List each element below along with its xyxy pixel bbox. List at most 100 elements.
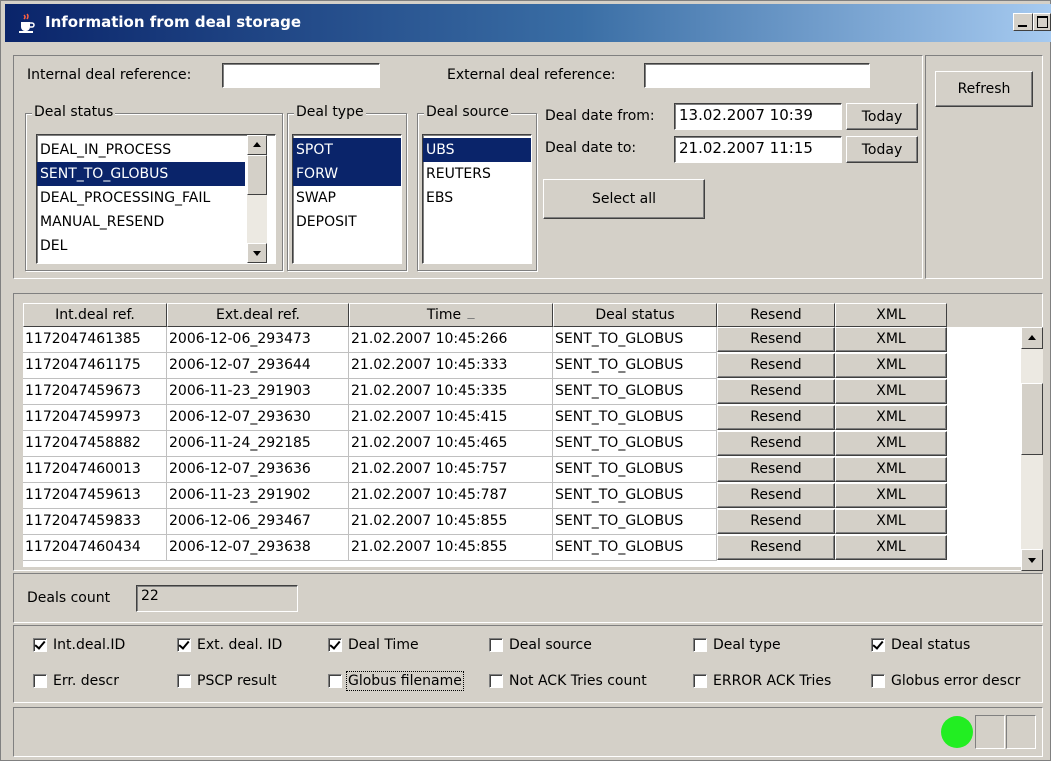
column-header[interactable]: XML — [835, 303, 947, 327]
refresh-button[interactable]: Refresh — [935, 71, 1033, 107]
table-cell: 1172047459833 — [23, 509, 167, 535]
table-row[interactable]: 1172047458882 2006-11-24_292185 21.02.2007… — [23, 431, 947, 457]
internal-ref-input[interactable] — [222, 63, 380, 88]
checkbox-icon[interactable] — [177, 674, 191, 688]
deal-type-item[interactable]: SWAP — [293, 186, 401, 210]
xml-button[interactable]: XML — [835, 483, 947, 508]
table-row[interactable]: 1172047460013 2006-12-07_293636 21.02.2007… — [23, 457, 947, 483]
column-toggle-checkbox[interactable]: Not ACK Tries count — [489, 673, 647, 689]
column-header[interactable]: Int.deal ref. — [23, 303, 167, 327]
xml-button[interactable]: XML — [835, 405, 947, 430]
deal-source-item[interactable]: UBS — [423, 138, 531, 162]
xml-button[interactable]: XML — [835, 353, 947, 378]
internal-ref-label: Internal deal reference: — [27, 67, 192, 83]
column-header[interactable]: Deal status — [553, 303, 717, 327]
deals-count-label: Deals count — [27, 590, 111, 606]
column-toggle-checkbox[interactable]: Globus filename — [328, 671, 464, 691]
deal-status-item[interactable]: DEAL_IN_PROCESS — [37, 138, 245, 162]
scroll-up-arrow-icon[interactable] — [247, 135, 267, 155]
resend-button[interactable]: Resend — [717, 483, 835, 508]
checkbox-icon[interactable] — [33, 674, 47, 688]
checkbox-icon[interactable] — [693, 674, 707, 688]
resend-button[interactable]: Resend — [717, 379, 835, 404]
xml-button[interactable]: XML — [835, 379, 947, 404]
scroll-thumb[interactable] — [247, 155, 267, 195]
xml-button[interactable]: XML — [835, 535, 947, 560]
resend-button[interactable]: Resend — [717, 457, 835, 482]
column-toggle-checkbox[interactable]: Deal status — [871, 637, 970, 653]
table-scrollbar[interactable] — [1021, 327, 1043, 571]
column-toggle-checkbox[interactable]: PSCP result — [177, 673, 277, 689]
table-row[interactable]: 1172047459613 2006-11-23_291902 21.02.2007… — [23, 483, 947, 509]
title-bar[interactable]: Information from deal storage — [5, 4, 1051, 42]
xml-button[interactable]: XML — [835, 509, 947, 534]
resend-button[interactable]: Resend — [717, 535, 835, 560]
select-all-button[interactable]: Select all — [543, 179, 705, 219]
checkbox-icon[interactable] — [33, 638, 47, 652]
xml-button[interactable]: XML — [835, 431, 947, 456]
checkbox-icon[interactable] — [177, 638, 191, 652]
checkbox-icon[interactable] — [871, 638, 885, 652]
column-toggle-checkbox[interactable]: Deal Time — [328, 637, 419, 653]
deal-source-item[interactable]: EBS — [423, 186, 531, 210]
table-row[interactable]: 1172047461385 2006-12-06_293473 21.02.2007… — [23, 327, 947, 353]
minimize-button[interactable] — [1013, 13, 1033, 31]
checkbox-icon[interactable] — [489, 674, 503, 688]
deal-source-list[interactable]: UBS REUTERS EBS — [422, 134, 532, 264]
deal-status-scrollbar[interactable] — [247, 135, 267, 263]
column-toggle-checkbox[interactable]: ERROR ACK Tries — [693, 673, 831, 689]
deal-status-list[interactable]: DEAL_IN_PROCESS SENT_TO_GLOBUS DEAL_PROCES… — [36, 134, 276, 264]
checkbox-icon[interactable] — [328, 674, 342, 688]
table-row[interactable]: 1172047460434 2006-12-07_293638 21.02.2007… — [23, 535, 947, 561]
column-header[interactable]: Time — [349, 303, 553, 327]
resend-button[interactable]: Resend — [717, 431, 835, 456]
deal-type-list[interactable]: SPOT FORW SWAP DEPOSIT — [292, 134, 402, 264]
checkbox-icon[interactable] — [489, 638, 503, 652]
column-header[interactable]: Resend — [717, 303, 835, 327]
checkbox-icon[interactable] — [328, 638, 342, 652]
table-cell: SENT_TO_GLOBUS — [553, 431, 717, 457]
checkbox-icon[interactable] — [871, 674, 885, 688]
deal-status-item[interactable]: MANUAL_RESEND — [37, 210, 245, 234]
date-to-input[interactable]: 21.02.2007 11:15 — [674, 136, 842, 163]
column-toggle-checkbox[interactable]: Deal type — [693, 637, 781, 653]
checkbox-icon[interactable] — [693, 638, 707, 652]
table-row[interactable]: 1172047459673 2006-11-23_291903 21.02.2007… — [23, 379, 947, 405]
table-row[interactable]: 1172047459973 2006-12-07_293630 21.02.2007… — [23, 405, 947, 431]
deal-source-item[interactable]: REUTERS — [423, 162, 531, 186]
column-header[interactable]: Ext.deal ref. — [167, 303, 349, 327]
checkbox-label: Deal status — [891, 637, 971, 653]
table-row[interactable]: 1172047459833 2006-12-06_293467 21.02.2007… — [23, 509, 947, 535]
xml-button[interactable]: XML — [835, 457, 947, 482]
resend-button[interactable]: Resend — [717, 327, 835, 352]
external-ref-input[interactable] — [644, 63, 870, 88]
today-to-button[interactable]: Today — [846, 136, 918, 163]
xml-button[interactable]: XML — [835, 327, 947, 352]
deal-type-item[interactable]: FORW — [293, 162, 401, 186]
column-toggle-checkbox[interactable]: Deal source — [489, 637, 592, 653]
column-toggle-checkbox[interactable]: Err. descr — [33, 673, 119, 689]
maximize-button[interactable] — [1033, 13, 1051, 31]
checkbox-label: Deal source — [509, 637, 592, 653]
resend-button[interactable]: Resend — [717, 353, 835, 378]
table-row[interactable]: 1172047461175 2006-12-07_293644 21.02.2007… — [23, 353, 947, 379]
deal-status-item[interactable]: DEAL_PROCESSING_FAIL — [37, 186, 245, 210]
deals-table: Int.deal ref. Ext.deal ref. Time Deal statu… — [23, 303, 1043, 571]
deal-status-item[interactable]: DEL — [37, 234, 245, 258]
resend-button[interactable]: Resend — [717, 509, 835, 534]
column-toggle-checkbox[interactable]: Globus error descr — [871, 673, 1020, 689]
deal-type-item[interactable]: DEPOSIT — [293, 210, 401, 234]
table-scroll-thumb[interactable] — [1021, 383, 1043, 455]
today-from-button[interactable]: Today — [846, 103, 918, 130]
deal-type-item[interactable]: SPOT — [293, 138, 401, 162]
table-scroll-down-icon[interactable] — [1021, 549, 1043, 571]
table-cell: 2006-12-06_293467 — [167, 509, 349, 535]
deal-status-item[interactable]: SENT_TO_GLOBUS — [37, 162, 245, 186]
date-from-input[interactable]: 13.02.2007 10:39 — [674, 103, 842, 130]
table-cell: 2006-11-24_292185 — [167, 431, 349, 457]
column-toggle-checkbox[interactable]: Ext. deal. ID — [177, 637, 282, 653]
column-toggle-checkbox[interactable]: Int.deal.ID — [33, 637, 125, 653]
resend-button[interactable]: Resend — [717, 405, 835, 430]
table-scroll-up-icon[interactable] — [1021, 327, 1043, 349]
scroll-down-arrow-icon[interactable] — [247, 243, 267, 263]
